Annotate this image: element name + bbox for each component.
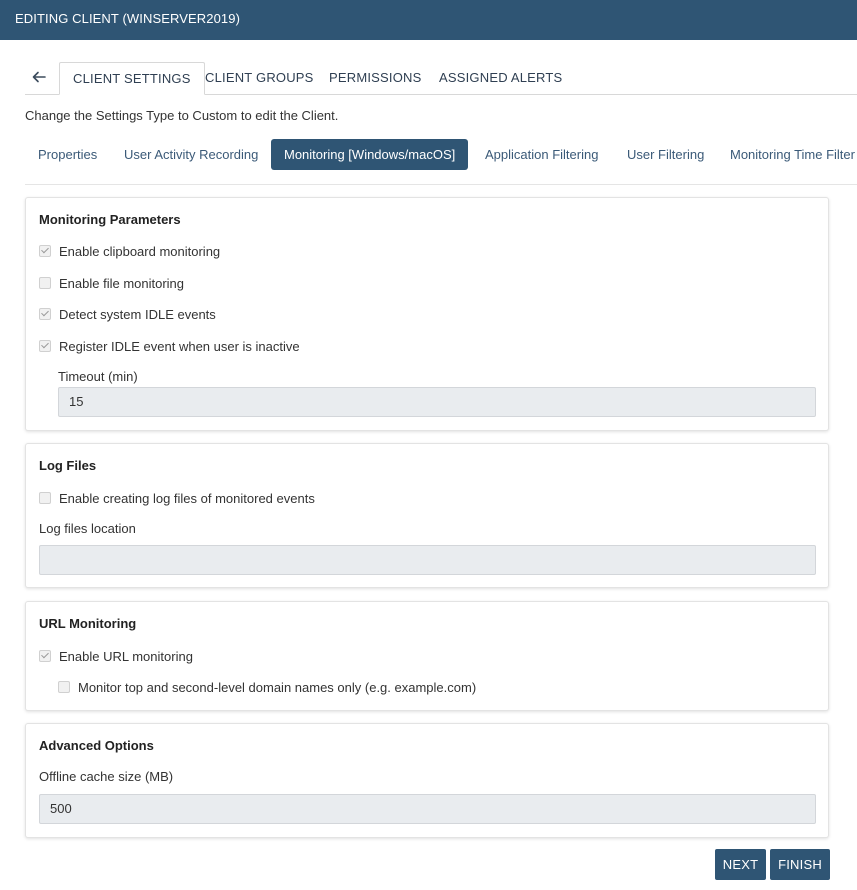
subtab-monitoring[interactable]: Monitoring [Windows/macOS] [271,139,469,170]
url-monitoring-label: Enable URL monitoring [59,648,193,664]
url-monitoring-checkbox[interactable] [39,650,51,662]
monitoring-parameters-title: Monitoring Parameters [39,212,181,227]
advanced-options-card: Advanced Options Offline cache size (MB)… [25,723,829,838]
cache-size-input[interactable]: 500 [39,794,816,824]
main-tabs: CLIENT SETTINGS CLIENT GROUPS PERMISSION… [25,62,857,95]
log-files-location-input[interactable] [39,545,816,575]
timeout-input[interactable]: 15 [58,387,816,417]
register-idle-option[interactable]: Register IDLE event when user is inactiv… [39,338,300,354]
log-files-location-label: Log files location [39,521,136,536]
detect-idle-option[interactable]: Detect system IDLE events [39,306,216,322]
clipboard-monitoring-label: Enable clipboard monitoring [59,243,221,259]
log-files-label: Enable creating log files of monitored e… [59,490,315,506]
domain-only-label: Monitor top and second-level domain name… [78,679,477,695]
subtab-user-activity-recording[interactable]: User Activity Recording [124,139,258,170]
subtab-application-filtering[interactable]: Application Filtering [485,139,598,170]
back-arrow-icon[interactable] [30,68,48,86]
subtab-monitoring-time-filter[interactable]: Monitoring Time Filter [730,139,855,170]
detect-idle-checkbox[interactable] [39,308,51,320]
domain-only-checkbox[interactable] [58,681,70,693]
settings-hint: Change the Settings Type to Custom to ed… [25,108,339,123]
timeout-label: Timeout (min) [58,369,138,384]
title-bar: EDITING CLIENT (WINSERVER2019) [0,0,857,40]
subtab-properties[interactable]: Properties [38,139,97,170]
tab-permissions[interactable]: PERMISSIONS [329,62,422,95]
file-monitoring-option[interactable]: Enable file monitoring [39,275,184,291]
log-files-card: Log Files Enable creating log files of m… [25,443,829,588]
url-monitoring-option[interactable]: Enable URL monitoring [39,648,193,664]
log-files-title: Log Files [39,458,97,473]
log-files-option[interactable]: Enable creating log files of monitored e… [39,490,315,506]
url-monitoring-title: URL Monitoring [39,616,137,631]
settings-subtabs: Properties User Activity Recording Monit… [25,139,857,185]
subtab-user-filtering[interactable]: User Filtering [627,139,704,170]
cache-size-label: Offline cache size (MB) [39,769,174,784]
file-monitoring-checkbox[interactable] [39,277,51,289]
log-files-checkbox[interactable] [39,492,51,504]
monitoring-parameters-card: Monitoring Parameters Enable clipboard m… [25,197,829,431]
detect-idle-label: Detect system IDLE events [59,306,216,322]
clipboard-monitoring-checkbox[interactable] [39,245,51,257]
file-monitoring-label: Enable file monitoring [59,275,185,291]
url-monitoring-card: URL Monitoring Enable URL monitoring Mon… [25,601,829,711]
tab-client-groups[interactable]: CLIENT GROUPS [205,62,314,95]
tab-assigned-alerts[interactable]: ASSIGNED ALERTS [439,62,562,95]
finish-button[interactable]: FINISH [770,849,830,880]
window-title: EDITING CLIENT (WINSERVER2019) [15,11,241,26]
register-idle-label: Register IDLE event when user is inactiv… [59,338,300,354]
register-idle-checkbox[interactable] [39,340,51,352]
tab-client-settings[interactable]: CLIENT SETTINGS [59,62,205,95]
domain-only-option[interactable]: Monitor top and second-level domain name… [58,679,476,695]
clipboard-monitoring-option[interactable]: Enable clipboard monitoring [39,243,220,259]
advanced-options-title: Advanced Options [39,738,154,753]
next-button[interactable]: NEXT [715,849,766,880]
